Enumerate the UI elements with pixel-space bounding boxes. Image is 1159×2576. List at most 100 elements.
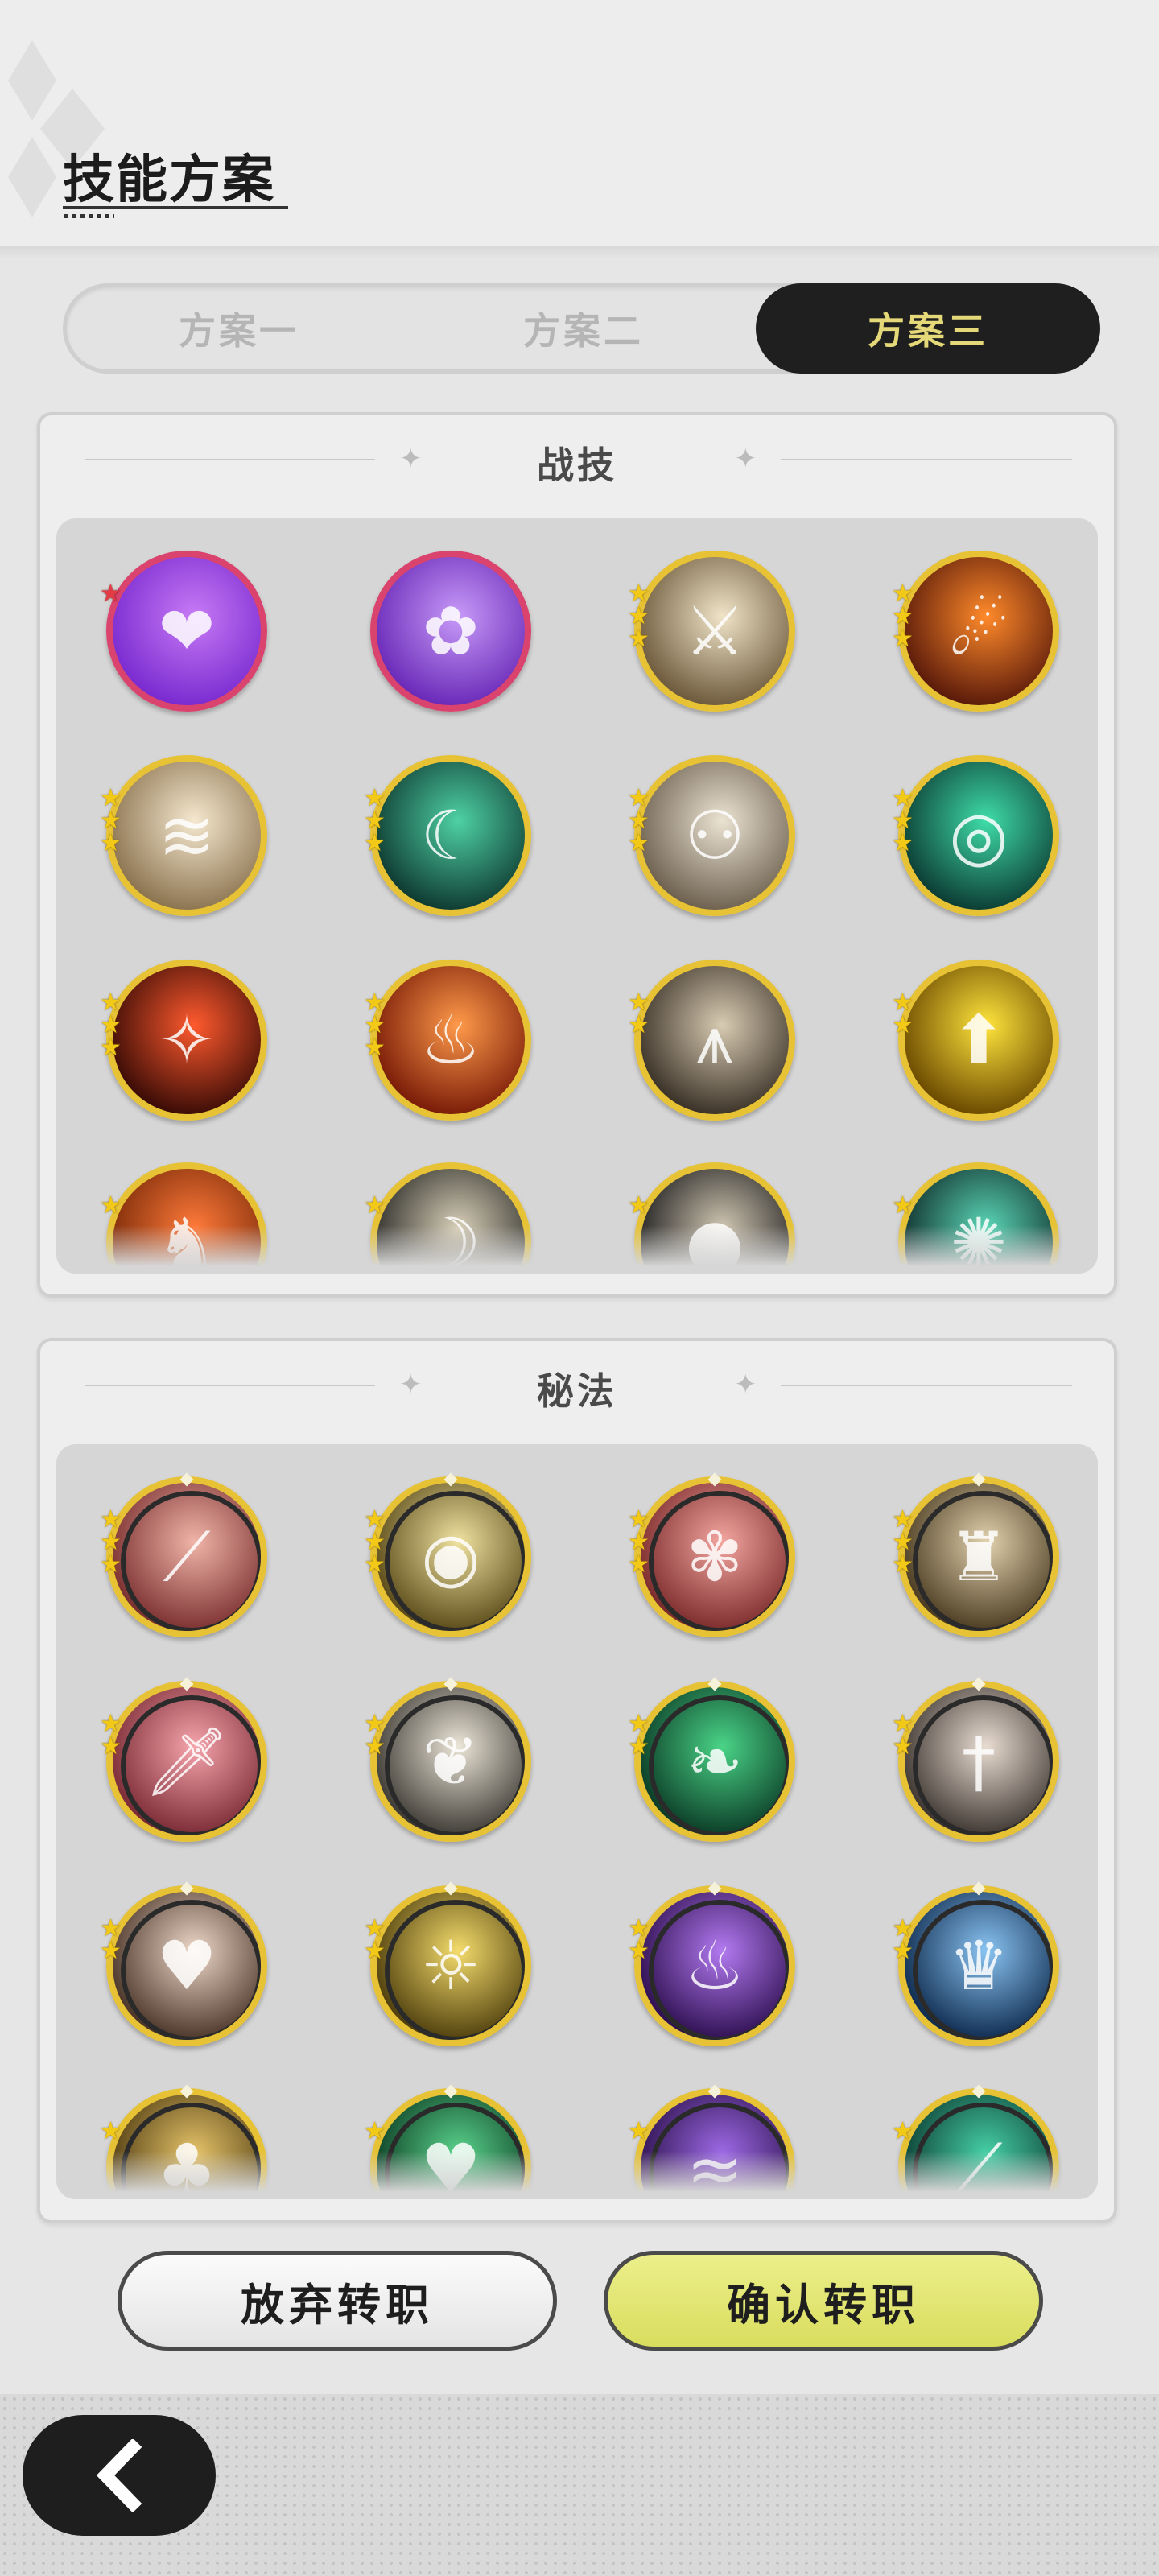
skill-icon-frame: ⬆	[898, 960, 1059, 1121]
skill-glyph: ◎	[949, 796, 1008, 875]
rank-stars: ★ ★ ★	[628, 786, 660, 857]
sparkle-icon: ✦	[734, 443, 757, 475]
skill-icon-frame: ♨	[634, 1885, 795, 2046]
title-dots	[64, 214, 114, 218]
star-icon: ★	[892, 1550, 914, 1579]
azure-crown-arcane-icon[interactable]: ♛ ★ ★	[892, 1881, 1059, 2046]
golden-sword-strike-skill-icon[interactable]: ⚔ ★ ★ ★	[628, 551, 795, 712]
silver-leaf-arcane-icon[interactable]: ❦ ★ ★	[364, 1677, 531, 1842]
violet-heart-skill-icon[interactable]: ❤ ★	[100, 551, 267, 712]
star-icon: ★	[364, 1550, 386, 1579]
rose-bloom-arcane-icon[interactable]: ✾ ★ ★ ★	[628, 1472, 795, 1637]
arcane-inner-ring	[913, 1695, 1053, 1835]
golden-beast-arcane-icon[interactable]: ♣ ★	[100, 2084, 267, 2199]
phantom-dash-skill-icon[interactable]: ⚇ ★ ★ ★	[628, 755, 795, 916]
star-icon: ★	[628, 1732, 650, 1761]
star-icon: ★	[892, 1732, 914, 1761]
rank-stars: ★ ★	[628, 1712, 660, 1761]
all-seeing-eye-arcane-icon[interactable]: ◉ ★ ★ ★	[364, 1472, 531, 1637]
confirm-job-change-button[interactable]: 确认转职	[604, 2251, 1043, 2351]
jade-heart-arcane-icon[interactable]: ♥ ★	[364, 2084, 531, 2199]
violet-roses-skill-icon[interactable]: ✿	[370, 551, 531, 712]
arcane-inner-ring	[913, 1491, 1053, 1631]
skill-icon-frame: ❦	[370, 1681, 531, 1842]
spike-trap-skill-icon[interactable]: ⩚ ★ ★	[628, 960, 795, 1121]
rank-stars: ★	[628, 1194, 660, 1218]
flame-slash-skill-icon[interactable]: ✧ ★ ★ ★	[100, 960, 267, 1121]
flame-burst-skill-icon[interactable]: ♨ ★ ★ ★	[364, 960, 531, 1121]
abandon-job-change-button[interactable]: 放弃转职	[118, 2251, 557, 2351]
rank-stars: ★	[100, 2117, 132, 2145]
star-icon: ★	[364, 1732, 386, 1761]
star-icon: ★	[100, 829, 122, 857]
rank-stars: ★	[892, 1194, 924, 1218]
golden-spirit-arcane-icon[interactable]: ☼ ★ ★	[364, 1881, 531, 2046]
skill-glyph: ⚇	[684, 796, 745, 875]
arcane-inner-ring	[649, 1695, 789, 1835]
skill-glyph: ☾	[420, 796, 481, 875]
star-icon: ★	[892, 1011, 914, 1039]
star-icon: ★	[892, 1937, 914, 1965]
rank-stars: ★	[628, 2120, 660, 2144]
skill-glyph: ☄	[948, 592, 1009, 671]
star-icon: ★	[100, 1732, 122, 1761]
wind-slash-skill-icon[interactable]: ≋ ★ ★ ★	[100, 755, 267, 916]
tab-plan-2[interactable]: 方案二	[411, 283, 756, 374]
rank-stars: ★ ★	[892, 1712, 924, 1761]
rank-stars: ★ ★ ★	[364, 786, 396, 857]
rank-stars: ★ ★	[100, 1917, 132, 1963]
skill-icon-frame: ✺	[898, 1162, 1059, 1274]
skill-glyph: ♨	[420, 1001, 481, 1080]
arcane-inner-ring	[913, 1900, 1053, 2040]
rank-stars: ★	[364, 2120, 396, 2144]
rank-stars: ★ ★ ★	[100, 1508, 132, 1577]
jade-web-skill-icon[interactable]: ✺ ★	[892, 1162, 1059, 1274]
arcane-inner-ring	[121, 1695, 261, 1835]
skill-icon-frame: ≈	[634, 2088, 795, 2199]
golden-shield-up-skill-icon[interactable]: ⬆ ★ ★	[892, 960, 1059, 1121]
crescent-bird-skill-icon[interactable]: ☽ ★	[364, 1162, 531, 1274]
jade-wave-skill-icon[interactable]: ☾ ★ ★ ★	[364, 755, 531, 916]
jade-feather-arcane-icon[interactable]: ❧ ★ ★	[628, 1677, 795, 1842]
star-icon: ★	[100, 1034, 122, 1062]
arcane-inner-ring	[385, 1695, 525, 1835]
arcane-skill-grid[interactable]: ⟋ ★ ★ ★ ◉ ★ ★ ★ ✾ ★ ★ ★ ♜ ★ ★ ★ 🗡 ★ ★ ❦ ★ ★ ❧ ★ ★ † ★ ★ ♥ ★ ★ ☼ ★ ★ ♨ ★ ★ ♛ ★ ★…	[56, 1444, 1098, 2199]
jade-blade-arcane-icon[interactable]: ⟋ ★	[892, 2084, 1059, 2199]
silver-dagger-arcane-icon[interactable]: † ★ ★	[892, 1677, 1059, 1842]
skill-icon-frame: ❤	[106, 551, 267, 712]
crimson-sword-arcane-icon[interactable]: 🗡 ★ ★	[100, 1677, 267, 1842]
tab-plan-1[interactable]: 方案一	[67, 283, 411, 374]
violet-flame-arcane-icon[interactable]: ♨ ★ ★	[628, 1881, 795, 2046]
jade-ring-skill-icon[interactable]: ◎ ★ ★ ★	[892, 755, 1059, 916]
rank-stars: ★ ★	[628, 991, 660, 1038]
fire-beast-skill-icon[interactable]: ♞ ★	[100, 1162, 267, 1274]
warrior-emblem-arcane-icon[interactable]: ♜ ★ ★ ★	[892, 1472, 1059, 1637]
star-icon: ★	[364, 829, 386, 857]
crimson-claw-arcane-icon[interactable]: ⟋ ★ ★ ★	[100, 1472, 267, 1637]
fire-swirl-skill-icon[interactable]: ☄ ★ ★ ★	[892, 551, 1059, 712]
star-icon: ★	[892, 2117, 914, 2145]
rank-stars: ★	[100, 582, 132, 606]
back-button[interactable]	[23, 2415, 216, 2536]
skill-icon-frame: ●	[634, 1162, 795, 1274]
battle-skills-panel: ✦ 战技 ✦ ❤ ★ ✿ ⚔ ★ ★ ★ ☄ ★ ★ ★ ≋ ★ ★ ★ ☾ ★ ★ ★ ⚇ ★ ★ ★ ◎ ★ ★ ★ ✧ ★ ★ ★ ♨ ★…	[37, 412, 1117, 1298]
arcane-inner-ring	[121, 1491, 261, 1631]
star-icon: ★	[628, 829, 650, 857]
skill-glyph: ≋	[158, 796, 216, 875]
skill-icon-frame: ☼	[370, 1885, 531, 2046]
star-icon: ★	[892, 829, 914, 857]
arcane-inner-ring	[649, 1900, 789, 2040]
sparkle-icon: ✦	[734, 1368, 757, 1401]
shadow-orb-skill-icon[interactable]: ● ★	[628, 1162, 795, 1274]
violet-wave-arcane-icon[interactable]: ≈ ★	[628, 2084, 795, 2199]
skill-icon-frame: ♣	[106, 2088, 267, 2199]
heart-shield-arcane-icon[interactable]: ♥ ★ ★	[100, 1881, 267, 2046]
skill-glyph: ⚔	[684, 592, 745, 671]
battle-skill-grid[interactable]: ❤ ★ ✿ ⚔ ★ ★ ★ ☄ ★ ★ ★ ≋ ★ ★ ★ ☾ ★ ★ ★ ⚇ ★ ★ ★ ◎ ★ ★ ★ ✧ ★ ★ ★ ♨ ★ ★ ★ ⩚ ★ ★ ⬆ ★…	[56, 518, 1098, 1274]
section-title-arcane: 秘法	[537, 1369, 617, 1413]
tab-plan-3[interactable]: 方案三	[756, 283, 1100, 374]
rank-stars: ★ ★ ★	[100, 786, 132, 857]
star-icon: ★	[100, 2117, 122, 2145]
skill-icon-frame: ⩚	[634, 960, 795, 1121]
arcane-skills-panel: ✦ 秘法 ✦ ⟋ ★ ★ ★ ◉ ★ ★ ★ ✾ ★ ★ ★ ♜ ★ ★ ★ 🗡 ★ ★ ❦ ★ ★ ❧ ★ ★ † ★ ★ ♥ ★ ★ ☼ ★…	[37, 1338, 1117, 2223]
